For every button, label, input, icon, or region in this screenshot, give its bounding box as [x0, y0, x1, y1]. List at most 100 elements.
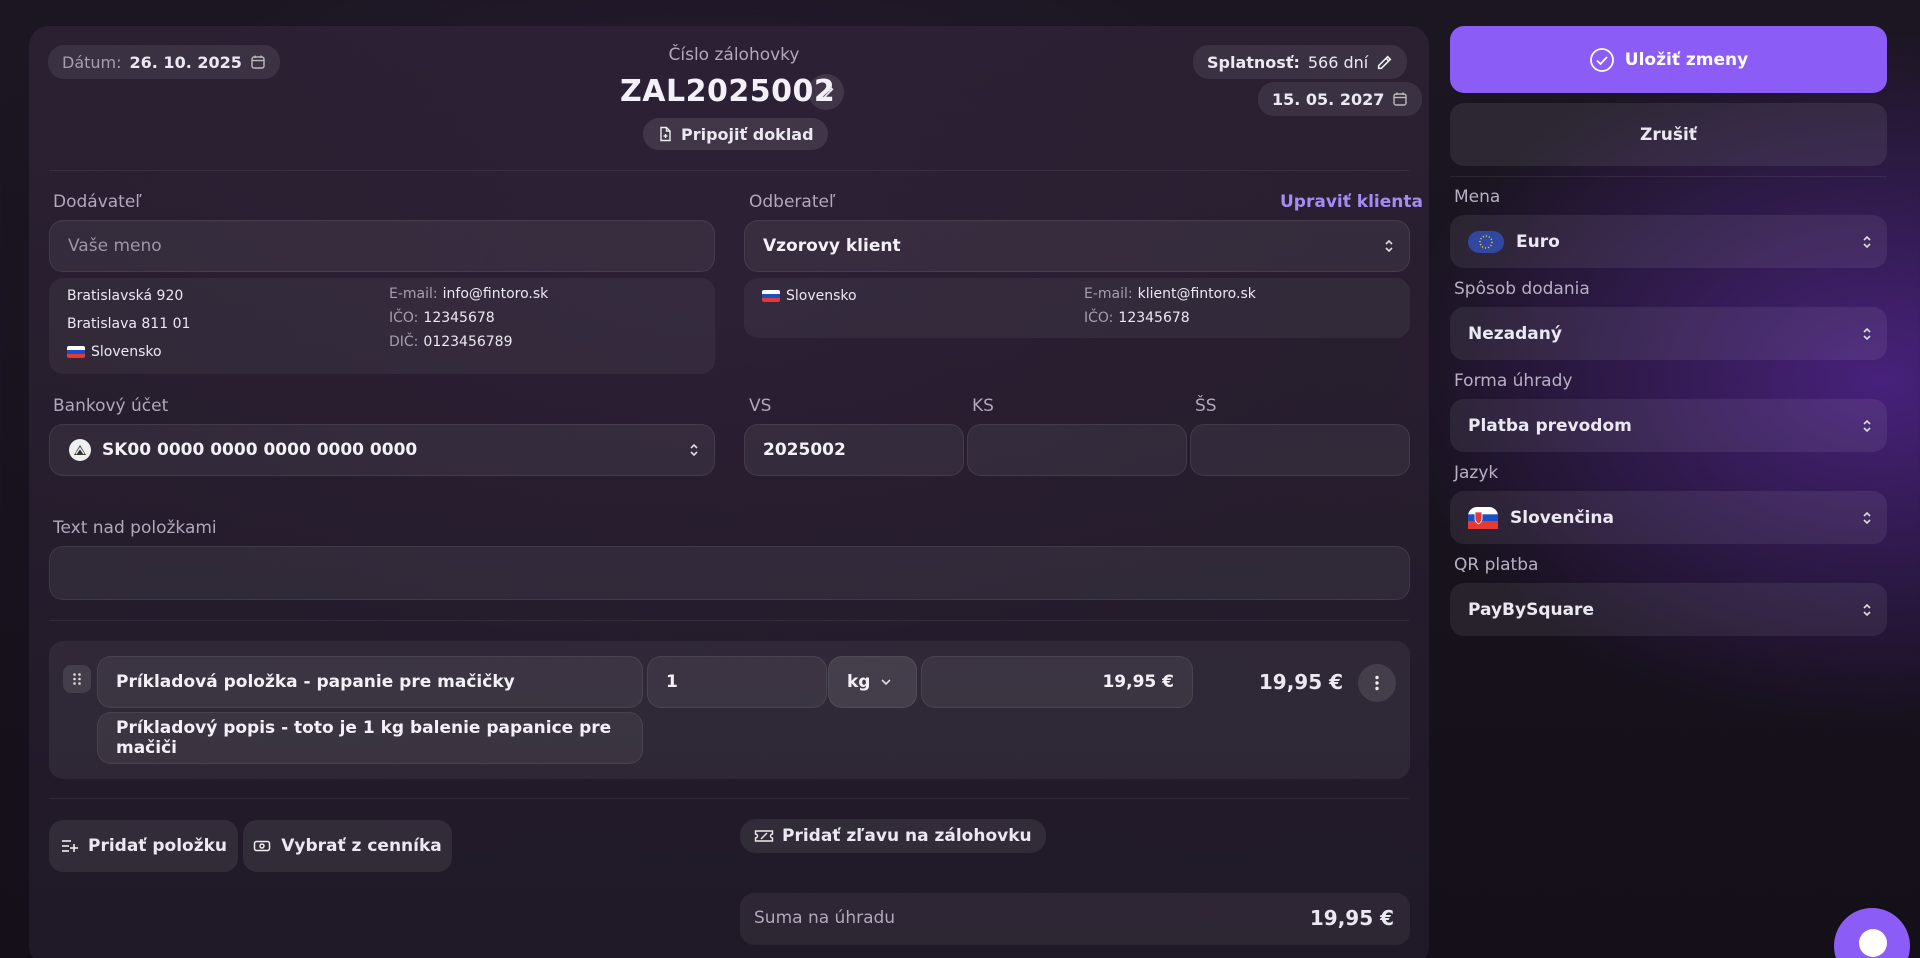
delivery-label: Spôsob dodania	[1454, 279, 1590, 299]
bank-iban: SK00 0000 0000 0000 0000 0000	[102, 440, 418, 460]
ks-label: KS	[972, 396, 994, 416]
cancel-label: Zrušiť	[1640, 124, 1697, 145]
supplier-email-row: E-mail: info@fintoro.sk	[389, 286, 548, 302]
pricelist-button[interactable]: Vybrať z cenníka	[243, 820, 452, 872]
client-ico-row: IČO: 12345678	[1084, 310, 1190, 326]
date-label: Dátum:	[62, 52, 122, 72]
supplier-name-input[interactable]: Vaše meno	[49, 220, 715, 272]
add-discount-button[interactable]: Pridať zľavu na zálohovku	[740, 819, 1046, 853]
currency-value: Euro	[1516, 231, 1560, 252]
ks-input[interactable]	[967, 424, 1187, 476]
currency-select[interactable]: Euro	[1450, 215, 1887, 268]
chevron-updown-icon	[1383, 238, 1395, 254]
divider	[49, 620, 1409, 621]
bank-icon	[68, 438, 92, 462]
text-above-items-input[interactable]	[49, 546, 1410, 600]
check-circle-icon	[1589, 47, 1615, 73]
delivery-select[interactable]: Nezadaný	[1450, 307, 1887, 360]
qr-payment-select[interactable]: PayBySquare	[1450, 583, 1887, 636]
chevron-updown-icon	[1861, 510, 1873, 526]
cancel-button[interactable]: Zrušiť	[1450, 103, 1887, 166]
item-unit-price-input[interactable]: 19,95 €	[921, 656, 1193, 708]
delivery-value: Nezadaný	[1468, 323, 1562, 344]
supplier-ico: 12345678	[423, 310, 495, 326]
attach-document-button[interactable]: Pripojiť doklad	[643, 118, 828, 150]
client-country-row: Slovensko	[762, 288, 857, 304]
supplier-info: Bratislavská 920 Bratislava 811 01 Slove…	[49, 278, 715, 374]
banknote-icon	[253, 839, 271, 853]
supplier-email-label: E-mail:	[389, 286, 438, 302]
ss-input[interactable]	[1190, 424, 1410, 476]
edit-client-link[interactable]: Upraviť klienta	[1280, 192, 1423, 212]
chevron-updown-icon	[1861, 326, 1873, 342]
due-days-pill[interactable]: Splatnosť: 566 dní	[1193, 45, 1408, 79]
add-item-button[interactable]: Pridať položku	[49, 820, 238, 872]
pricelist-label: Vybrať z cenníka	[281, 836, 442, 856]
save-button[interactable]: Uložiť zmeny	[1450, 26, 1887, 93]
item-more-button[interactable]	[1358, 664, 1396, 702]
supplier-ico-label: IČO:	[389, 310, 419, 326]
bank-account-select[interactable]: SK00 0000 0000 0000 0000 0000	[49, 424, 715, 476]
item-name-input[interactable]: Príkladová položka - papanie pre mačičky	[97, 656, 643, 708]
supplier-ico-row: IČO: 12345678	[389, 310, 495, 326]
client-email: klient@fintoro.sk	[1137, 286, 1256, 302]
client-email-row: E-mail: klient@fintoro.sk	[1084, 286, 1256, 302]
client-info: Slovensko E-mail: klient@fintoro.sk IČO:…	[744, 278, 1410, 338]
divider	[49, 170, 1409, 171]
supplier-address-line1: Bratislavská 920	[67, 288, 184, 304]
chevron-updown-icon	[1861, 234, 1873, 250]
language-label: Jazyk	[1454, 463, 1499, 483]
chat-launcher-button[interactable]	[1834, 908, 1910, 958]
more-vertical-icon	[1375, 675, 1379, 691]
client-label: Odberateľ	[749, 192, 836, 212]
slovakia-flag-icon	[67, 346, 85, 358]
bank-account-label: Bankový účet	[53, 396, 169, 416]
language-select[interactable]: Slovenčina	[1450, 491, 1887, 544]
due-days: 566 dní	[1307, 52, 1369, 72]
payment-select[interactable]: Platba prevodom	[1450, 399, 1887, 452]
client-ico-label: IČO:	[1084, 310, 1114, 326]
pencil-icon	[818, 84, 835, 101]
ticket-icon	[754, 829, 774, 843]
language-value: Slovenčina	[1510, 507, 1614, 528]
slovakia-flag-icon	[1468, 506, 1498, 529]
item-total: 19,95 €	[1258, 670, 1343, 694]
chevron-updown-icon	[1861, 602, 1873, 618]
invoice-number-caption: Číslo zálohovky	[668, 45, 800, 65]
supplier-label: Dodávateľ	[53, 192, 142, 212]
chevron-down-icon	[880, 678, 892, 686]
calendar-icon	[250, 54, 266, 70]
ss-label: ŠS	[1195, 396, 1217, 416]
client-ico: 12345678	[1118, 310, 1190, 326]
client-select[interactable]: Vzorovy klient	[744, 220, 1410, 272]
total-value: 19,95 €	[1309, 906, 1394, 930]
chat-icon	[1858, 928, 1888, 958]
invoice-card	[29, 26, 1429, 958]
date-picker[interactable]: Dátum: 26. 10. 2025	[48, 45, 280, 79]
total-row: Suma na úhradu 19,95 €	[740, 893, 1410, 945]
vs-input[interactable]: 2025002	[744, 424, 964, 476]
date-value: 26. 10. 2025	[129, 52, 242, 72]
edit-invoice-number-button[interactable]	[808, 74, 844, 110]
item-quantity-input[interactable]: 1	[647, 656, 827, 708]
chevron-updown-icon	[1861, 418, 1873, 434]
due-date-picker[interactable]: 15. 05. 2027	[1258, 82, 1423, 116]
save-label: Uložiť zmeny	[1624, 49, 1749, 70]
vs-label: VS	[749, 396, 772, 416]
divider	[1450, 176, 1887, 177]
supplier-email: info@fintoro.sk	[442, 286, 549, 302]
client-selected: Vzorovy klient	[763, 236, 901, 256]
client-email-label: E-mail:	[1084, 286, 1133, 302]
supplier-country-row: Slovensko	[67, 344, 162, 360]
currency-label: Mena	[1454, 187, 1501, 207]
due-label: Splatnosť:	[1207, 52, 1300, 72]
supplier-country: Slovensko	[91, 344, 162, 360]
add-discount-label: Pridať zľavu na zálohovku	[782, 826, 1032, 846]
drag-handle-icon[interactable]	[63, 665, 91, 693]
payment-value: Platba prevodom	[1468, 415, 1632, 436]
supplier-dic-label: DIČ:	[389, 334, 419, 350]
eu-flag-icon	[1468, 230, 1504, 253]
qr-payment-label: QR platba	[1454, 555, 1539, 575]
item-unit-select[interactable]: kg	[828, 656, 917, 708]
item-description-input[interactable]: Príkladový popis - toto je 1 kg balenie …	[97, 712, 643, 764]
